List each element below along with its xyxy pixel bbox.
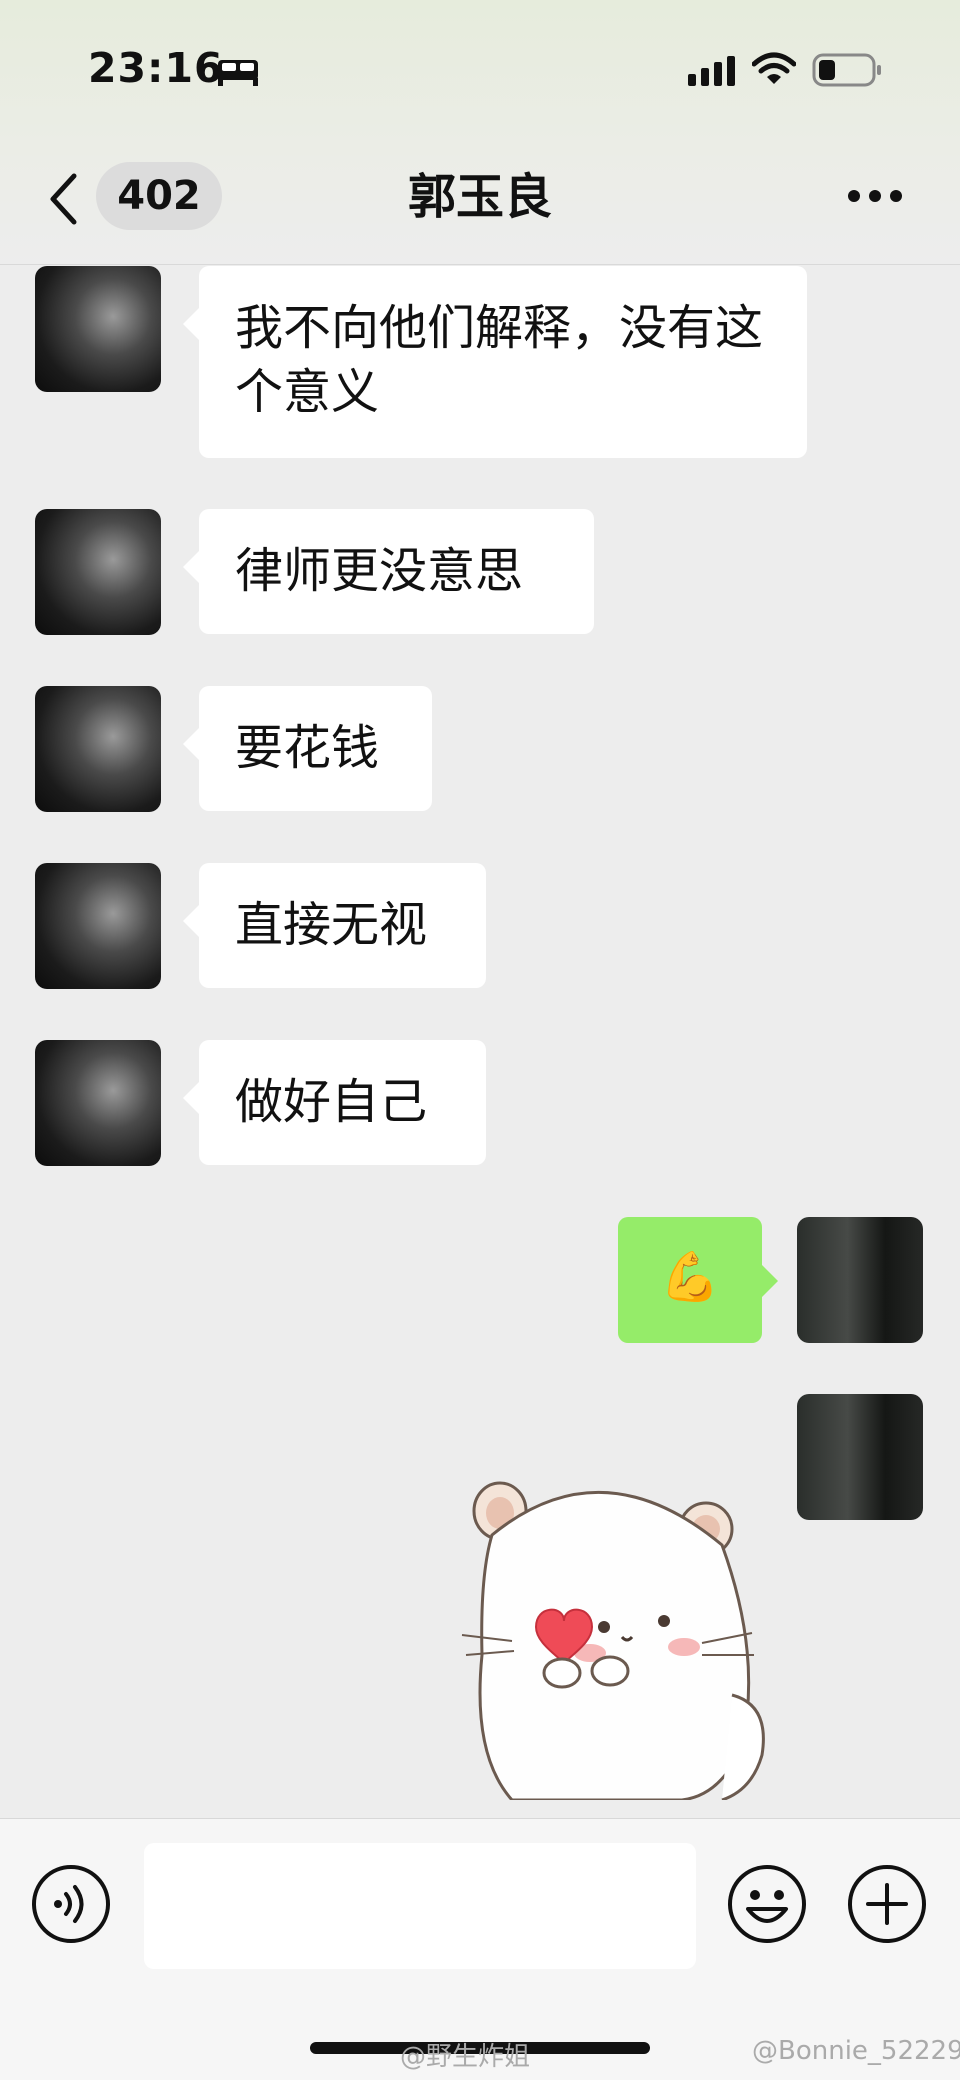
battery-icon <box>812 53 881 87</box>
voice-input-icon[interactable] <box>30 1863 112 1945</box>
contact-avatar[interactable] <box>35 266 161 392</box>
unread-count-badge[interactable]: 402 <box>96 162 222 230</box>
watermark-left: @野生炸姐 <box>400 2042 531 2072</box>
more-options-icon[interactable] <box>846 188 904 204</box>
contact-avatar[interactable] <box>35 863 161 989</box>
message-bubble[interactable]: 律师更没意思 <box>183 509 594 634</box>
my-avatar[interactable] <box>797 1394 923 1520</box>
cellular-signal-icon <box>688 56 735 86</box>
contact-avatar[interactable] <box>35 1040 161 1166</box>
chat-header: 23:16 402 郭玉良 <box>0 0 960 265</box>
chat-title: 郭玉良 <box>407 169 552 225</box>
status-time: 23:16 <box>88 44 224 92</box>
back-chevron-icon[interactable] <box>48 172 78 226</box>
emoji-icon[interactable] <box>726 1863 808 1945</box>
message-bubble[interactable]: 直接无视 <box>183 863 486 988</box>
my-avatar[interactable] <box>797 1217 923 1343</box>
message-bubble-emoji[interactable]: 💪 <box>618 1217 778 1343</box>
add-more-icon[interactable] <box>846 1863 928 1945</box>
message-input[interactable] <box>144 1843 696 1969</box>
sleep-focus-icon <box>218 60 258 86</box>
message-bubble[interactable]: 做好自己 <box>183 1040 486 1165</box>
wifi-icon <box>752 52 796 84</box>
message-bubble[interactable]: 要花钱 <box>183 686 432 811</box>
watermark-right: @Bonnie_52229 <box>752 2036 960 2066</box>
contact-avatar[interactable] <box>35 686 161 812</box>
message-bubble[interactable]: 我不向他们解释，没有这个意义 <box>183 266 807 458</box>
contact-avatar[interactable] <box>35 509 161 635</box>
hamster-heart-sticker[interactable] <box>452 1455 772 1800</box>
